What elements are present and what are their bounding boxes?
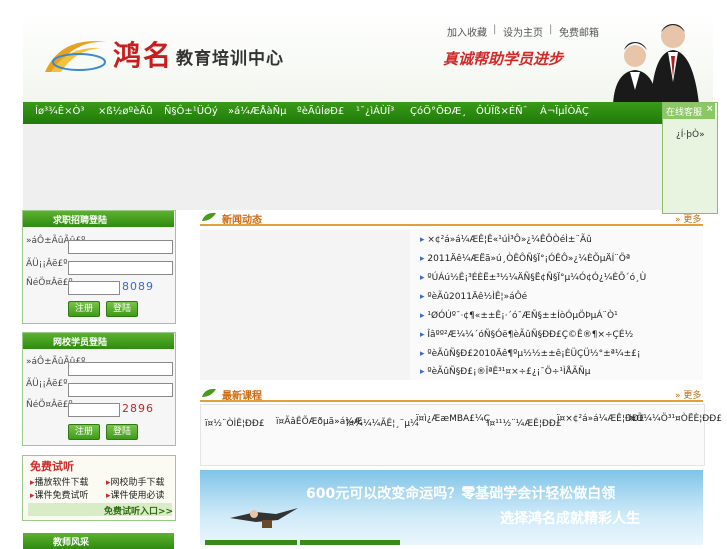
add-favorite-link[interactable]: 加入收藏 (447, 24, 487, 39)
set-homepage-link[interactable]: 设为主页 (503, 24, 543, 39)
news-item-label: ¹ØÓÚº¯·¢¶«±±Ê¡·´ó¯ÆÑ§±±ÍòÓµÖÞµÁ¨Ò¹ (427, 311, 618, 321)
brand-name: 鸿名 (113, 39, 174, 72)
teacher-header: 教师风采 (23, 533, 174, 549)
news-item[interactable]: ▸ ºèÃû2011Äê½ÌÊ¦»áÔé (420, 292, 527, 302)
promo-headline: 600元可以改变命运吗？零基础学会计轻松做白领 (306, 486, 616, 502)
trial-item-label: 网校助手下载 (110, 478, 165, 488)
nav-item-about[interactable]: ×ß½øºèÃû (98, 106, 153, 117)
customer-service-title: 在线客服 (666, 108, 703, 118)
news-image-placeholder (200, 230, 410, 380)
section-header-stub (205, 540, 297, 545)
job-login-title: 求职招聘登陆 (53, 216, 108, 226)
nav-item-home[interactable]: Íø³¾Ê×Ò³ (35, 106, 84, 117)
course-item[interactable]: ï¤¹¹½¨¼ÆÊ¦ÐÐ£ (487, 419, 562, 429)
username-label: »áÔ±ÃûÃû£º (26, 236, 86, 246)
trial-item-label: 课件使用必读 (110, 491, 165, 501)
trial-item-guide[interactable]: ▸课件使用必读 (106, 488, 165, 501)
news-item[interactable]: ▸ ºèÃûÑ§Ð£¡®ÎªÊ³¹¤×÷£¿¡¯Ö÷¹ÌÅÃÑµ (420, 367, 590, 377)
nav-item-training[interactable]: »á¼ÆÅàÑµ (228, 106, 287, 117)
password-label: ÃÜ¡¡Âë£º (26, 259, 68, 269)
news-item[interactable]: ▸ ¹ØÓÚº¯·¢¶«±±Ê¡·´ó¯ÆÑ§±±ÍòÓµÖÞµÁ¨Ò¹ (420, 311, 618, 321)
news-item[interactable]: ▸ Îâºº²Æ¼¼´óÑ§Óë¶èÃûÑ§ÐÐ£Ç©Ê®¶×÷ÇÉ½ (420, 330, 633, 340)
link-separator: | (549, 24, 553, 35)
job-register-button[interactable]: 注册 (68, 301, 100, 317)
header-banner: 鸿名 教育培训中心 真诚帮助学员进步 加入收藏 | 设为主页 | 免费邮箱 (23, 12, 713, 104)
news-item[interactable]: ▸ ºÚÁú½­Ê¡³ÉÈË±³½¼ÄÑ§Ë¢Ñ§Ï°µ¼Ó¢Ó¿¼ÈÕ´ó¸Ù (420, 273, 646, 283)
trial-item-player[interactable]: ▸播放软件下载 (30, 475, 89, 488)
captcha-label: ÑéÖ¤Âë£º (26, 278, 73, 288)
news-item-label: Îâºº²Æ¼¼´óÑ§Óë¶èÃûÑ§ÐÐ£Ç©Ê®¶×÷ÇÉ½ (427, 330, 634, 340)
job-login-button[interactable]: 登陆 (106, 301, 138, 317)
trial-item-label: 播放软件下载 (34, 478, 89, 488)
password-label: ÃÜ¡¡Âë£º (26, 379, 68, 389)
brand-subtitle: 教育培训中心 (176, 49, 284, 69)
nav-item-quick[interactable]: ¹ˉ¿ìÁÙÏ³ (356, 106, 394, 117)
nav-item-students[interactable]: Ñ§Ô±¹ÜÓý (164, 106, 218, 117)
news-item[interactable]: ▸ ×¢²á»á¼ÆÊ¦Ê«¹úÌ³Ô»¿¼ÊÔÒéÌ±¨Ãû (420, 235, 592, 245)
news-item-label: ºèÃûÑ§Ð£2010Äê¶ºµ½½±±ê¡ÈÜÇÜ½°±ª¼±£¡ (427, 349, 641, 359)
leaf-icon (202, 212, 216, 221)
school-captcha-input[interactable] (68, 403, 120, 417)
job-password-input[interactable] (68, 261, 173, 275)
skydiver-icon (230, 508, 298, 528)
link-separator: | (493, 24, 497, 35)
banner-placeholder (23, 124, 713, 210)
promo-subline: 选择鸿名成就精彩人生 (500, 511, 640, 527)
school-password-input[interactable] (68, 383, 173, 397)
course-item[interactable]: ï¤ì¿ÆæMBA£¼Ç (416, 414, 490, 424)
nav-item-contact[interactable]: Á¬ÏµÎÒÃÇ (540, 106, 589, 117)
slogan: 真诚帮助学员进步 (443, 50, 564, 68)
username-label: »áÔ±ÃûÃû£º (26, 357, 86, 367)
school-register-button[interactable]: 注册 (68, 424, 100, 440)
nav-item-consult[interactable]: ÔÚÏß×ÉÑ¯ (476, 106, 528, 117)
course-item[interactable]: ï¤¾¼¼ÃÊ¦¸¨µ¼ (346, 419, 419, 429)
courses-divider (200, 400, 703, 402)
news-item-label: ºÚÁú½­Ê¡³ÉÈË±³½¼ÄÑ§Ë¢Ñ§Ï°µ¼Ó¢Ó¿¼ÈÕ´ó¸Ù (427, 273, 647, 283)
news-item[interactable]: ▸ 2011Äê¼ÆËã»ú¸ÒÊÔÑ§Ï°¡ÓÊÔ»¿¼ÈÕµÄÍ¨Öª (420, 254, 630, 264)
school-login-button[interactable]: 登陆 (106, 424, 138, 440)
news-item-label: ºèÃûÑ§Ð£¡®ÎªÊ³¹¤×÷£¿¡¯Ö÷¹ÌÅÃÑµ (427, 367, 591, 377)
staff-photo (613, 24, 699, 104)
course-item[interactable]: ï¤Õ¼¼Ö³¹¤ÒËÈ¦ÐÐ£ (628, 414, 722, 424)
school-username-input[interactable] (68, 362, 173, 376)
trial-item-label: 课件免费试听 (34, 491, 89, 501)
logo-swoosh-icon (45, 41, 107, 72)
school-login-title: 网校学员登陆 (53, 338, 108, 348)
job-login-header: 求职招聘登陆 (23, 211, 174, 227)
free-trial-title: 免费试听 (30, 460, 74, 473)
nav-item-online-school[interactable]: ºèÃûÍøÐ£ (297, 106, 344, 117)
section-header-stub (300, 540, 400, 545)
course-item[interactable]: ï¤ÃâÊÕÆðµã»á¼Æ (276, 417, 363, 427)
school-login-header: 网校学员登陆 (23, 333, 174, 349)
course-item[interactable]: ï¤×¢²á»á¼ÆÊ¦ÐÐ£ (557, 414, 645, 424)
close-icon[interactable]: × (706, 104, 714, 114)
nav-item-jobs[interactable]: ÇóÖ°ÕÐÆ¸ (410, 106, 466, 117)
course-item[interactable]: ï¤½¨ÒÌÊ¦ÐÐ£ (205, 419, 271, 429)
trial-item-listen[interactable]: ▸课件免费试听 (30, 488, 89, 501)
captcha-label: ÑéÖ¤Âë£º (26, 400, 73, 410)
news-item-label: 2011Äê¼ÆËã»ú¸ÒÊÔÑ§Ï°¡ÓÊÔ»¿¼ÈÕµÄÍ¨Öª (427, 254, 631, 264)
trial-item-assistant[interactable]: ▸网校助手下载 (106, 475, 165, 488)
customer-service-header: 在线客服 × (663, 103, 715, 119)
free-mail-link[interactable]: 免费邮箱 (559, 24, 599, 39)
news-divider (200, 224, 703, 226)
job-captcha-image: 8089 (122, 280, 154, 293)
customer-service-link[interactable]: ¿Í·þÒ» (676, 130, 705, 140)
news-item-label: ºèÃû2011Äê½ÌÊ¦»áÔé (427, 292, 528, 302)
news-item-label: ×¢²á»á¼ÆÊ¦Ê«¹úÌ³Ô»¿¼ÊÔÒéÌ±¨Ãû (427, 235, 592, 245)
news-item[interactable]: ▸ ºèÃûÑ§Ð£2010Äê¶ºµ½½±±ê¡ÈÜÇÜ½°±ª¼±£¡ (420, 349, 641, 359)
job-captcha-input[interactable] (68, 281, 120, 295)
free-trial-entry-link[interactable]: 免费试听入口>> (104, 504, 173, 517)
leaf-icon (202, 388, 216, 397)
job-username-input[interactable] (68, 240, 173, 254)
teacher-title: 教师风采 (53, 538, 90, 548)
school-captcha-image: 2896 (122, 402, 154, 415)
